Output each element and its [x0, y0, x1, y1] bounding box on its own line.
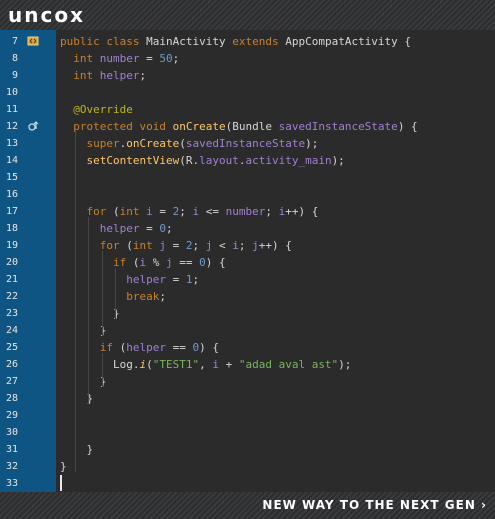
line-number-gutter: 7 8 9 10 11 12 13 14 15 16 17 18 19 20 21 22 23 24 25 26 27 2…: [0, 30, 56, 492]
code-line[interactable]: }: [60, 305, 120, 322]
code-line[interactable]: helper = 0;: [60, 220, 173, 237]
line-number: 12: [5, 121, 18, 132]
code-line[interactable]: }: [60, 322, 107, 339]
line-number: 19: [5, 240, 18, 251]
line-number: 31: [5, 444, 18, 455]
line-number: 26: [5, 359, 18, 370]
code-line[interactable]: super.onCreate(savedInstanceState);: [60, 135, 319, 152]
header-bar: uncox: [0, 0, 495, 30]
code-line[interactable]: setContentView(R.layout.activity_main);: [60, 152, 345, 169]
override-icon[interactable]: [27, 120, 39, 132]
indent-guide: [75, 132, 77, 472]
code-line[interactable]: int number = 50;: [60, 50, 179, 67]
indent-guide: [88, 217, 90, 404]
code-line[interactable]: helper = 1;: [60, 271, 199, 288]
line-number: 25: [5, 342, 18, 353]
line-number: 24: [5, 325, 18, 336]
line-number: 22: [5, 291, 18, 302]
line-number: 32: [5, 461, 18, 472]
footer-bar: NEW WAY TO THE NEXT GEN ›: [0, 492, 495, 519]
code-line[interactable]: if (i % j == 0) {: [60, 254, 226, 271]
line-number: 33: [5, 478, 18, 489]
line-number: 17: [5, 206, 18, 217]
line-number: 23: [5, 308, 18, 319]
line-number: 30: [5, 427, 18, 438]
tagline: NEW WAY TO THE NEXT GEN ›: [262, 498, 487, 512]
code-line[interactable]: Log.i("TEST1", i + "adad aval ast");: [60, 356, 351, 373]
code-line[interactable]: for (int i = 2; i <= number; i++) {: [60, 203, 319, 220]
line-number: 7: [11, 36, 18, 47]
line-number: 9: [11, 70, 18, 81]
line-number: 11: [5, 104, 18, 115]
line-number: 13: [5, 138, 18, 149]
code-line[interactable]: }: [60, 373, 107, 390]
line-number: 14: [5, 155, 18, 166]
logo: uncox: [8, 3, 85, 27]
line-number: 18: [5, 223, 18, 234]
line-number: 10: [5, 87, 18, 98]
class-icon[interactable]: [27, 35, 39, 47]
code-line[interactable]: }: [60, 458, 67, 475]
line-number: 20: [5, 257, 18, 268]
line-number: 28: [5, 393, 18, 404]
line-number: 8: [11, 53, 18, 64]
code-area[interactable]: public class MainActivity extends AppCom…: [56, 30, 495, 492]
code-line[interactable]: if (helper == 0) {: [60, 339, 219, 356]
indent-guide: [114, 268, 116, 319]
indent-guide: [101, 251, 103, 336]
code-line[interactable]: for (int j = 2; j < i; j++) {: [60, 237, 292, 254]
line-number: 27: [5, 376, 18, 387]
text-cursor: [60, 475, 62, 491]
code-line[interactable]: }: [60, 441, 93, 458]
line-number: 16: [5, 189, 18, 200]
code-line[interactable]: int helper;: [60, 67, 146, 84]
line-number: 21: [5, 274, 18, 285]
code-line[interactable]: protected void onCreate(Bundle savedInst…: [60, 118, 417, 135]
line-number: 29: [5, 410, 18, 421]
code-editor[interactable]: 7 8 9 10 11 12 13 14 15 16 17 18 19 20 21 22 23 24 25 26 27 2…: [0, 30, 495, 492]
indent-guide: [101, 353, 103, 387]
code-line[interactable]: public class MainActivity extends AppCom…: [60, 33, 411, 50]
code-line[interactable]: @Override: [60, 101, 133, 118]
line-number: 15: [5, 172, 18, 183]
